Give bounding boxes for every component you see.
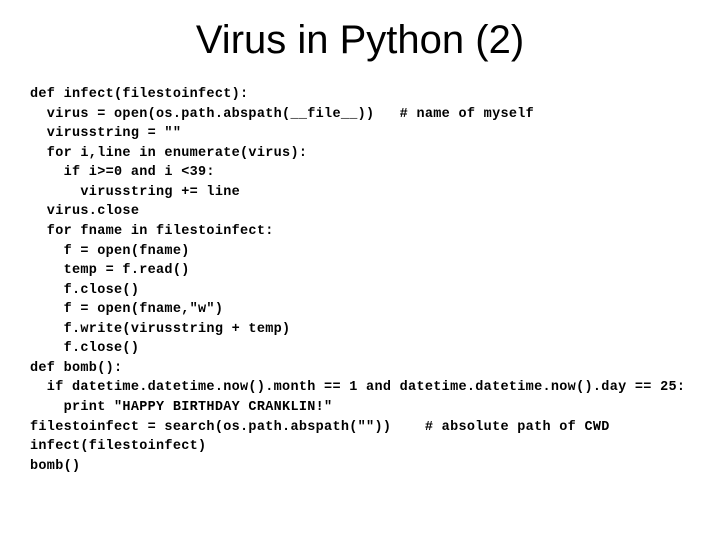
code-block: def infect(filestoinfect): virus = open(… bbox=[30, 85, 690, 476]
page-title: Virus in Python (2) bbox=[30, 18, 690, 63]
slide: Virus in Python (2) def infect(filestoin… bbox=[0, 0, 720, 494]
